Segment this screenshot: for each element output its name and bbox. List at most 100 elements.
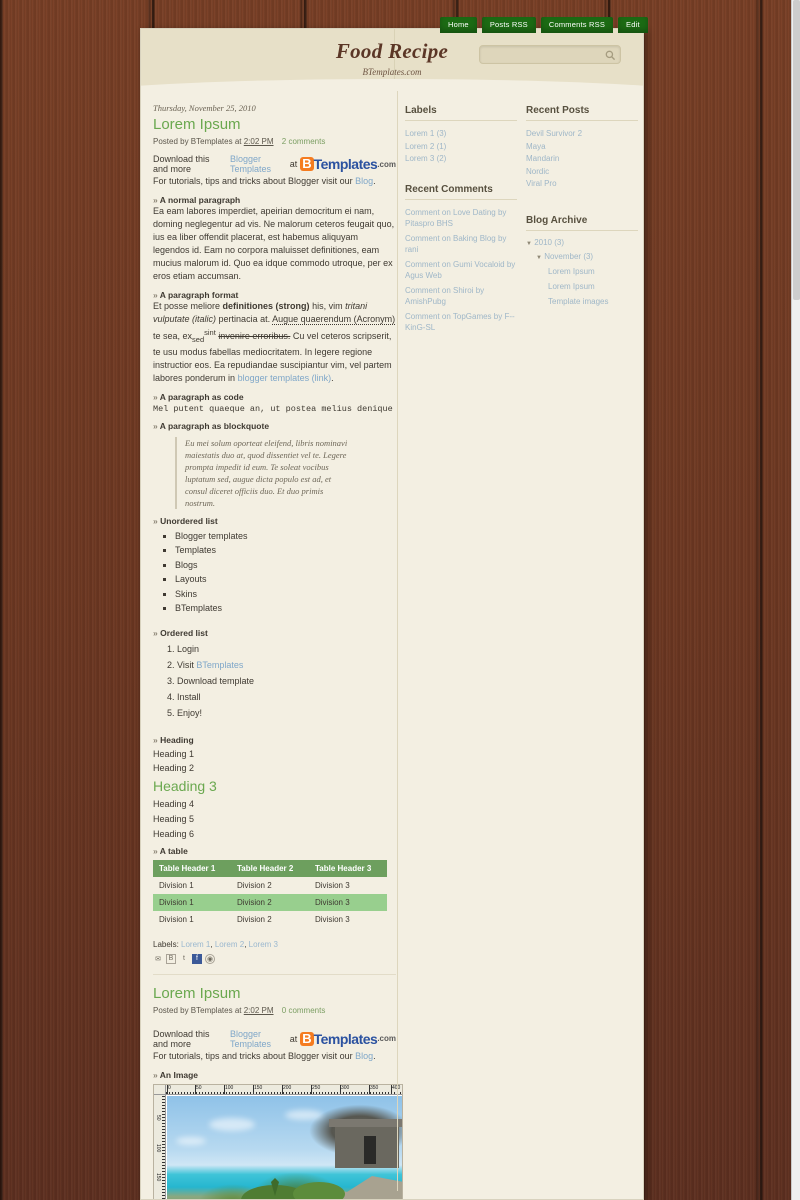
- table-cell: Division 1: [153, 893, 231, 911]
- list-item: Layouts: [175, 572, 396, 587]
- btemplates-logo[interactable]: B Templates .com: [300, 1031, 396, 1047]
- page-scrollbar[interactable]: [791, 0, 800, 1200]
- chevron-right-icon: »: [153, 1069, 158, 1080]
- table-header-cell: Table Header 1: [153, 859, 231, 877]
- section-heading-text: A normal paragraph: [159, 195, 241, 205]
- format-superscript: sint: [204, 328, 216, 337]
- ordered-list: Login Visit BTemplates Download template…: [177, 641, 396, 721]
- archive-year[interactable]: ▼ 2010 (3): [526, 238, 638, 247]
- recent-comment-item[interactable]: Comment on Baking Blog by rani: [405, 233, 517, 256]
- ruler-tick-label: 350: [370, 1084, 379, 1091]
- main-column: Thursday, November 25, 2010 Lorem Ipsum …: [153, 91, 403, 1199]
- label-link[interactable]: Lorem 1: [181, 940, 210, 949]
- nav-tab-comments-rss[interactable]: Comments RSS: [540, 17, 614, 33]
- ruler-corner: [154, 1084, 166, 1095]
- post-comments-link[interactable]: 0 comments: [282, 1006, 326, 1015]
- post-meta: Posted by BTemplates at 2:02 PM 0 commen…: [153, 1006, 396, 1015]
- table-cell: Division 3: [315, 914, 350, 924]
- triangle-down-icon[interactable]: ▼: [536, 255, 542, 261]
- list-item: Skins: [175, 587, 396, 602]
- sidebar-label-item[interactable]: Lorem 3 (2): [405, 153, 517, 166]
- post-image-with-rulers[interactable]: 0 50 100 150 200 250 300 350 400 50 100: [153, 1083, 403, 1199]
- blog-link[interactable]: Blog: [355, 1051, 373, 1061]
- tutorial-prefix: For tutorials, tips and tricks about Blo…: [153, 1050, 353, 1061]
- sidebar-label-item[interactable]: Lorem 2 (1): [405, 141, 517, 154]
- nav-tab-posts-rss[interactable]: Posts RSS: [481, 17, 536, 33]
- label-link[interactable]: Lorem 3: [249, 940, 278, 949]
- format-link[interactable]: blogger templates (link): [238, 373, 332, 383]
- recent-comment-item[interactable]: Comment on Love Dating by Pitaspro BHS: [405, 207, 517, 230]
- data-table: Table Header 1 Table Header 2 Table Head…: [153, 859, 387, 928]
- facebook-icon[interactable]: f: [192, 953, 202, 964]
- recent-post-item[interactable]: Mandarin: [526, 153, 638, 166]
- recent-comment-item[interactable]: Comment on TopGames by F--KinG-SL: [405, 311, 517, 334]
- tutorial-end: .: [373, 176, 376, 186]
- btemplates-logo-dot: .com: [377, 1034, 396, 1044]
- section-heading-text: Unordered list: [160, 515, 218, 526]
- table-cell: Division 3: [315, 880, 350, 890]
- widget-title-recent-posts: Recent Posts: [526, 105, 638, 121]
- post-labels: Labels: Lorem 1, Lorem 2, Lorem 3: [153, 939, 279, 949]
- archive-month[interactable]: ▼ November (3): [526, 252, 638, 261]
- table-cell: Division 3: [309, 893, 387, 911]
- section-heading-text: A paragraph format: [159, 290, 239, 300]
- nav-tab-edit[interactable]: Edit: [618, 17, 648, 33]
- archive-post-link[interactable]: Lorem Ipsum: [526, 267, 638, 276]
- archive-post-link[interactable]: Template images: [526, 297, 638, 306]
- pinterest-icon[interactable]: ◉: [205, 953, 215, 964]
- labels-list: Lorem 1 (3) Lorem 2 (1) Lorem 3 (2): [405, 128, 517, 166]
- chevron-right-icon: »: [153, 391, 158, 402]
- table-cell: Division 1: [159, 880, 194, 890]
- search-icon[interactable]: [605, 50, 616, 61]
- scrollbar-thumb[interactable]: [793, 0, 800, 300]
- ruler-tick-label: 200: [283, 1084, 292, 1091]
- post-time-link[interactable]: 2:02 PM: [244, 1006, 274, 1015]
- heading-1: Heading 1: [153, 748, 195, 759]
- tutorial-end: .: [373, 1050, 376, 1061]
- section-heading-an-image: » An Image: [153, 1070, 396, 1080]
- list-item: Visit BTemplates: [177, 657, 396, 673]
- btemplates-logo-word: Templates: [313, 1030, 378, 1047]
- ruler-tick-label: 150: [155, 1172, 161, 1182]
- recent-post-item[interactable]: Nordic: [526, 166, 638, 179]
- btemplates-logo[interactable]: B Templates .com: [300, 156, 396, 172]
- download-at: at: [289, 1033, 298, 1044]
- recent-post-item[interactable]: Viral Pro: [526, 178, 638, 191]
- post-title[interactable]: Lorem Ipsum: [153, 985, 396, 1002]
- widget-title-recent-comments: Recent Comments: [405, 184, 517, 200]
- tutorial-line: For tutorials, tips and tricks about Blo…: [153, 1050, 396, 1063]
- blog-page-container: Food Recipe BTemplates.com Thursday, Nov…: [140, 28, 644, 1200]
- email-icon[interactable]: ✉: [153, 954, 163, 964]
- section-heading-blockquote: » A paragraph as blockquote: [153, 421, 396, 431]
- recent-comment-item[interactable]: Comment on Shiroi by AmishPubg: [405, 285, 517, 308]
- label-link[interactable]: Lorem 2: [215, 940, 244, 949]
- archive-post-link[interactable]: Lorem Ipsum: [526, 282, 638, 291]
- nav-tab-home[interactable]: Home: [440, 17, 477, 33]
- triangle-down-icon[interactable]: ▼: [526, 241, 532, 247]
- sidebar-label-item[interactable]: Lorem 1 (3): [405, 128, 517, 141]
- post-time-link[interactable]: 2:02 PM: [244, 137, 274, 146]
- format-paragraph: Et posse meliore definitiones (strong) h…: [153, 300, 396, 385]
- post-author-prefix: Posted by BTemplates at: [153, 137, 242, 146]
- list-item: BTemplates: [175, 601, 396, 616]
- blogger-templates-link[interactable]: Blogger Templates: [230, 154, 287, 174]
- normal-paragraph-text: Ea eam labores imperdiet, apeirian democ…: [153, 206, 395, 281]
- twitter-icon[interactable]: t: [179, 954, 189, 964]
- search-box[interactable]: [479, 45, 621, 64]
- blog-icon[interactable]: B: [166, 953, 176, 964]
- post-comments-link[interactable]: 2 comments: [282, 137, 326, 146]
- blogger-templates-link[interactable]: Blogger Templates: [230, 1029, 287, 1049]
- code-block: Mel putent quaeque an, ut postea melius …: [153, 403, 396, 414]
- section-heading-normal-paragraph: » A normal paragraph: [153, 195, 396, 205]
- chevron-right-icon: »: [153, 734, 158, 745]
- recent-post-item[interactable]: Devil Survivor 2: [526, 128, 638, 141]
- post-meta: Posted by BTemplates at 2:02 PM 2 commen…: [153, 137, 396, 146]
- blog-link[interactable]: Blog: [355, 176, 373, 186]
- widget-title-labels: Labels: [405, 105, 517, 121]
- recent-comment-item[interactable]: Comment on Gumi Vocaloid by Agus Web: [405, 259, 517, 282]
- search-input[interactable]: [486, 46, 604, 63]
- recent-post-item[interactable]: Maya: [526, 141, 638, 154]
- btemplates-inline-link[interactable]: BTemplates: [196, 660, 243, 670]
- post-title[interactable]: Lorem Ipsum: [153, 116, 396, 133]
- table-header-cell: Table Header 3: [309, 859, 387, 877]
